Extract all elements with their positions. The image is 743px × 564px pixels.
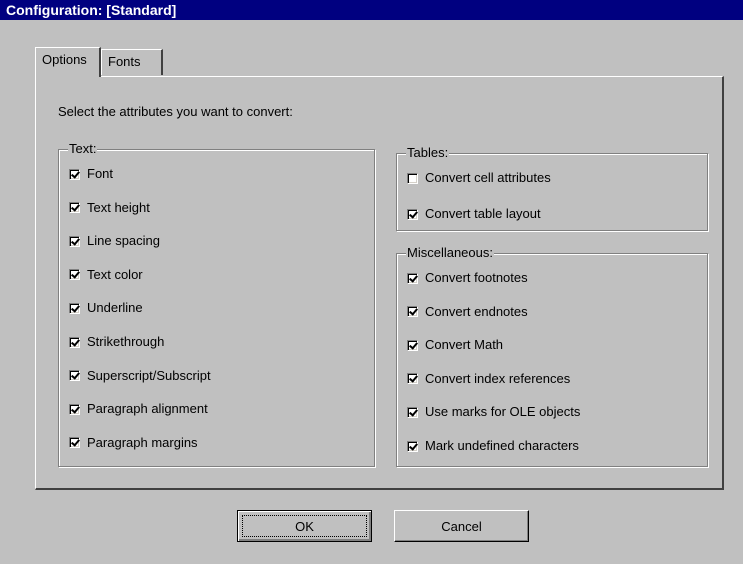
- tab-options-label: Options: [42, 52, 87, 67]
- checkbox-label: Superscript/Subscript: [87, 367, 211, 383]
- checkbox[interactable]: [69, 302, 80, 314]
- window-title: Configuration: [Standard]: [0, 0, 743, 20]
- checkbox-row[interactable]: Use marks for OLE objects: [407, 403, 580, 421]
- ok-button[interactable]: OK: [237, 510, 372, 542]
- checkbox-row[interactable]: Paragraph margins: [69, 434, 198, 452]
- checkbox[interactable]: [407, 373, 418, 385]
- checkbox-row[interactable]: Convert cell attributes: [407, 169, 551, 187]
- checkbox-label: Mark undefined characters: [425, 438, 579, 453]
- checkbox-row[interactable]: Convert footnotes: [407, 269, 528, 287]
- options-panel: Select the attributes you want to conver…: [35, 76, 724, 490]
- checkbox[interactable]: [407, 306, 418, 318]
- text-group: Text: Font Text height Line spacing Text co…: [58, 141, 375, 467]
- checkbox-row[interactable]: Convert index references: [407, 370, 570, 388]
- checkbox-row[interactable]: Strikethrough: [69, 333, 164, 351]
- checkbox[interactable]: [407, 406, 418, 418]
- checkbox-label: Convert table layout: [425, 206, 541, 221]
- intro-text: Select the attributes you want to conver…: [58, 104, 293, 119]
- checkbox[interactable]: [69, 269, 80, 281]
- checkbox-row[interactable]: Superscript/Subscript: [69, 367, 211, 385]
- text-group-title: Text:: [68, 141, 98, 157]
- checkbox-label: Strikethrough: [87, 334, 165, 349]
- checkbox-label: Convert endnotes: [425, 303, 528, 319]
- checkbox-label: Line spacing: [87, 233, 160, 249]
- checkbox[interactable]: [407, 172, 418, 184]
- checkbox[interactable]: [69, 437, 80, 449]
- misc-group: Miscellaneous: Convert footnotes Convert …: [396, 245, 708, 467]
- checkbox-row[interactable]: Convert table layout: [407, 205, 541, 223]
- checkbox-row[interactable]: Text color: [69, 266, 143, 284]
- tables-group: Tables: Convert cell attributes Convert t…: [396, 145, 708, 231]
- checkbox-row[interactable]: Convert endnotes: [407, 303, 528, 321]
- checkbox-label: Use marks for OLE objects: [425, 404, 581, 420]
- checkbox[interactable]: [407, 208, 418, 220]
- checkbox-label: Convert index references: [425, 370, 571, 386]
- cancel-button[interactable]: Cancel: [394, 510, 529, 542]
- tab-options[interactable]: Options: [35, 47, 101, 77]
- checkbox[interactable]: [69, 235, 80, 247]
- checkbox-row[interactable]: Mark undefined characters: [407, 437, 579, 455]
- checkbox-row[interactable]: Convert Math: [407, 336, 503, 354]
- checkbox[interactable]: [69, 336, 80, 348]
- checkbox-label: Paragraph margins: [87, 434, 198, 450]
- checkbox-label: Text color: [87, 266, 143, 282]
- checkbox[interactable]: [407, 272, 418, 284]
- checkbox[interactable]: [407, 339, 418, 351]
- checkbox[interactable]: [69, 403, 80, 415]
- checkbox-row[interactable]: Line spacing: [69, 232, 160, 250]
- checkbox-label: Paragraph alignment: [87, 401, 208, 417]
- checkbox-row[interactable]: Font: [69, 165, 113, 183]
- checkbox[interactable]: [407, 440, 418, 452]
- checkbox-row[interactable]: Text height: [69, 199, 150, 217]
- checkbox-label: Underline: [87, 300, 143, 316]
- checkbox-label: Font: [87, 166, 114, 181]
- cancel-button-label: Cancel: [441, 518, 482, 534]
- tab-fonts[interactable]: Fonts: [101, 49, 163, 75]
- checkbox[interactable]: [69, 370, 80, 382]
- misc-group-title: Miscellaneous:: [406, 245, 494, 261]
- tab-fonts-label: Fonts: [108, 54, 141, 69]
- checkbox[interactable]: [69, 168, 80, 180]
- checkbox-label: Convert cell attributes: [425, 170, 551, 185]
- tables-group-title: Tables:: [406, 145, 450, 161]
- ok-focus-rect: [242, 515, 367, 537]
- checkbox-label: Convert footnotes: [425, 270, 528, 285]
- checkbox[interactable]: [69, 202, 80, 214]
- checkbox-row[interactable]: Underline: [69, 299, 143, 317]
- checkbox-row[interactable]: Paragraph alignment: [69, 400, 208, 418]
- checkbox-label: Text height: [87, 199, 150, 215]
- checkbox-label: Convert Math: [425, 337, 504, 353]
